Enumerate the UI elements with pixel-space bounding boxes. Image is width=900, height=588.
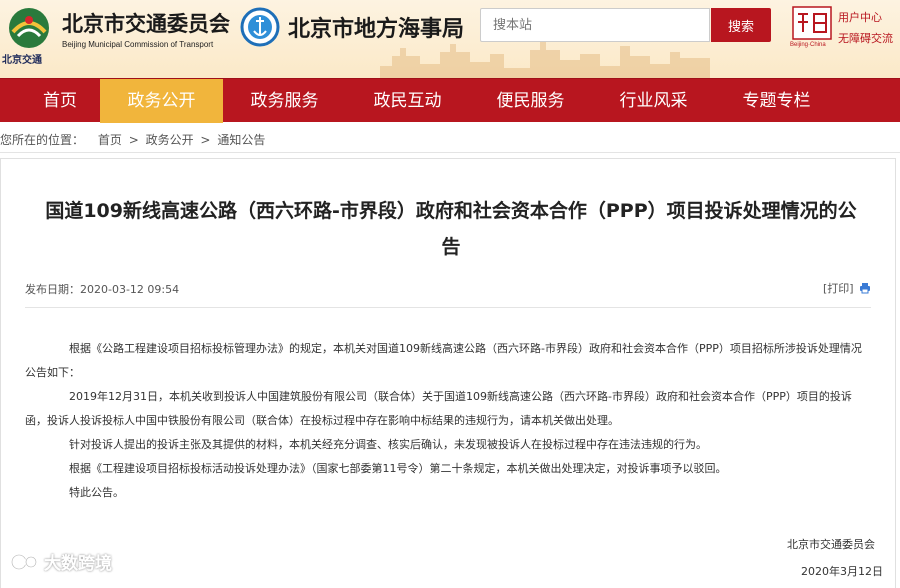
breadcrumb-separator: > xyxy=(200,133,211,147)
beijing-china-logo-icon xyxy=(792,6,832,40)
skyline-decoration xyxy=(380,42,710,78)
breadcrumb: 您所在的位置： 首页 > 政务公开 > 通知公告 xyxy=(0,131,265,148)
nav-item-convenience[interactable]: 便民服务 xyxy=(469,79,592,123)
breadcrumb-gov-affairs[interactable]: 政务公开 xyxy=(146,133,194,147)
article-card: 国道109新线高速公路（西六环路-市界段）政府和社会资本合作（PPP）项目投诉处… xyxy=(0,158,896,588)
logo-sub-caption: Beijing·China xyxy=(790,42,826,48)
logo-caption: 北京交通 xyxy=(2,55,42,66)
site-header: 北京交通 北京市交通委员会 Beijing Municipal Commissi… xyxy=(0,0,900,78)
beijing-transport-logo-icon[interactable] xyxy=(4,6,54,50)
article-paragraph: 2019年12月31日，本机关收到投诉人中国建筑股份有限公司（联合体）关于国道1… xyxy=(25,390,852,427)
breadcrumb-prefix: 您所在的位置： xyxy=(0,133,85,147)
search-input[interactable] xyxy=(480,8,710,42)
agency-name: 北京市交通委员会 xyxy=(62,12,230,36)
nav-item-topics[interactable]: 专题专栏 xyxy=(715,79,838,123)
divider xyxy=(0,152,900,153)
divider xyxy=(25,307,871,308)
breadcrumb-notices[interactable]: 通知公告 xyxy=(217,133,265,147)
print-label: [打印] xyxy=(823,282,854,295)
nav-item-home[interactable]: 首页 xyxy=(20,79,100,123)
article-paragraph: 针对投诉人提出的投诉主张及其提供的材料，本机关经充分调查、核实后确认，未发现被投… xyxy=(69,438,707,451)
maritime-name[interactable]: 北京市地方海事局 xyxy=(288,11,464,43)
user-center-link[interactable]: 用户中心 xyxy=(838,9,882,25)
signature-organization: 北京市交通委员会 xyxy=(787,538,875,551)
search-button[interactable]: 搜索 xyxy=(711,8,771,42)
accessibility-link[interactable]: 无障碍交流 xyxy=(838,30,893,46)
article-title: 国道109新线高速公路（西六环路-市界段）政府和社会资本合作（PPP）项目投诉处… xyxy=(45,200,857,258)
watermark-text: 大数跨境 xyxy=(44,554,112,574)
signature-date: 2020年3月12日 xyxy=(801,565,883,578)
watermark-logo-icon xyxy=(10,553,38,570)
print-button[interactable]: [打印] xyxy=(823,280,871,296)
breadcrumb-separator: > xyxy=(128,133,139,147)
agency-name-en: Beijing Municipal Commission of Transpor… xyxy=(62,40,214,49)
maritime-logo-icon[interactable] xyxy=(240,7,280,47)
nav-item-interaction[interactable]: 政民互动 xyxy=(346,79,469,123)
printer-icon xyxy=(860,283,871,294)
article-paragraph: 根据《公路工程建设项目招标投标管理办法》的规定，本机关对国道109新线高速公路（… xyxy=(25,342,862,379)
nav-item-industry[interactable]: 行业风采 xyxy=(592,79,715,123)
watermark: 大数跨境 xyxy=(10,549,112,574)
article-paragraph: 特此公告。 xyxy=(69,486,124,499)
agency-brand[interactable]: 北京市交通委员会 Beijing Municipal Commission of… xyxy=(62,8,230,49)
article-paragraph: 根据《工程建设项目招标投标活动投诉处理办法》（国家七部委第11号令）第二十条规定… xyxy=(69,462,727,475)
breadcrumb-home[interactable]: 首页 xyxy=(98,133,122,147)
main-nav: 首页 政务公开 政务服务 政民互动 便民服务 行业风采 专题专栏 xyxy=(0,78,900,123)
nav-item-gov-services[interactable]: 政务服务 xyxy=(223,79,346,123)
publish-date: 发布日期：2020-03-12 09:54 xyxy=(25,283,180,296)
nav-item-gov-affairs-public[interactable]: 政务公开 xyxy=(100,79,223,123)
article-body: 根据《公路工程建设项目招标投标管理办法》的规定，本机关对国道109新线高速公路（… xyxy=(25,337,871,505)
